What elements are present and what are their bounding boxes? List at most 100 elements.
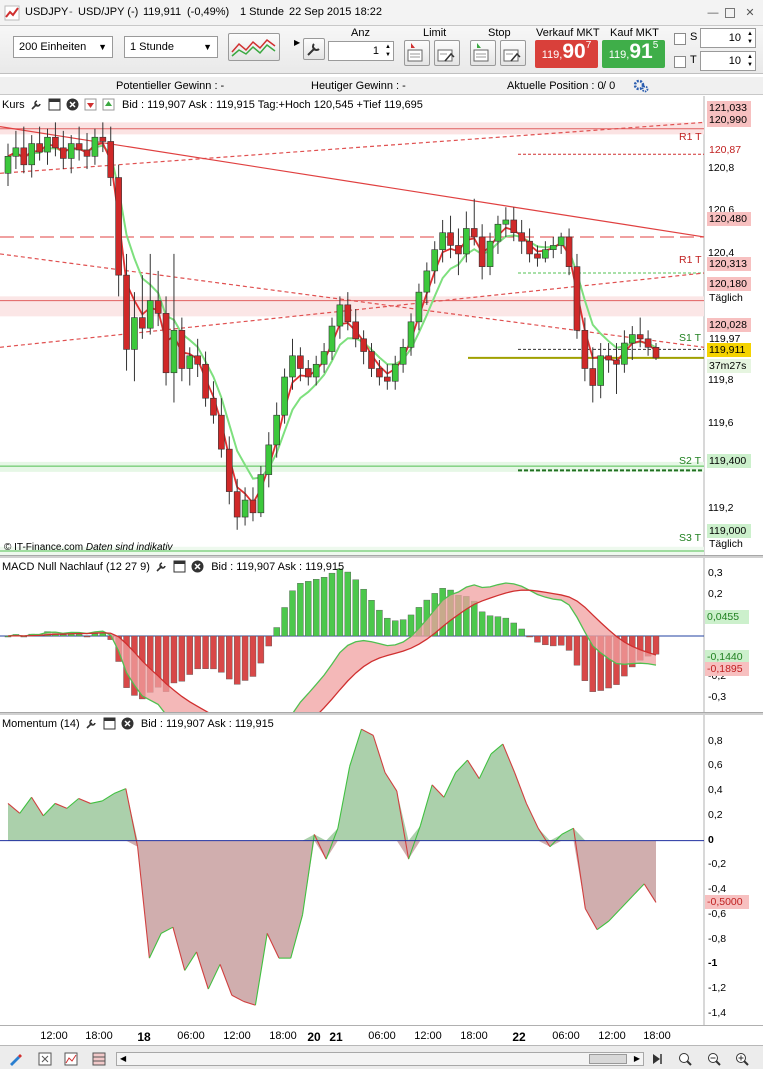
stop-label: Stop: [488, 27, 511, 39]
macd-chart[interactable]: [0, 558, 763, 712]
units-select[interactable]: 200 Einheiten ▼: [13, 36, 113, 58]
anz-label: Anz: [351, 27, 370, 39]
time-axis-tick: 18:00: [85, 1030, 113, 1042]
price-tag: 119,000: [707, 524, 751, 538]
wrench-icon[interactable]: [155, 560, 168, 573]
window-icon[interactable]: [103, 717, 116, 730]
price-chart[interactable]: [0, 96, 763, 555]
price-tag: 120,480: [707, 212, 751, 226]
macd-histogram-bar: [581, 635, 589, 681]
scroll-right-icon[interactable]: ▶: [634, 1054, 640, 1063]
limit-label: Limit: [423, 27, 447, 39]
scroll-left-icon[interactable]: ◀: [120, 1054, 126, 1063]
candle: [463, 228, 470, 255]
zoom-out-icon[interactable]: [707, 1052, 721, 1066]
toolbar-expand-icon[interactable]: ▶: [294, 38, 300, 47]
momentum-chart[interactable]: [0, 715, 763, 1025]
price-tag: R1 T: [679, 131, 702, 143]
candle: [83, 149, 91, 157]
zoom-in-icon[interactable]: [735, 1052, 749, 1066]
stop-buy-button[interactable]: [470, 40, 496, 66]
candle: [265, 444, 273, 475]
candle: [273, 414, 280, 446]
zoom-fit-all-icon[interactable]: [678, 1052, 692, 1066]
indicator-icon[interactable]: [64, 1052, 78, 1066]
drawing-tool-icon[interactable]: [8, 1052, 22, 1066]
buy-price-big: 91: [629, 40, 653, 63]
t-input[interactable]: 10 ▲ ▼: [700, 51, 756, 71]
price-tag: 120,180: [707, 277, 751, 291]
price-tag: R1 T: [679, 254, 702, 266]
candle: [312, 363, 320, 378]
price-pane-quote: Bid : 119,907 Ask : 119,915 Tag:+Hoch 12…: [122, 98, 423, 111]
t-checkbox[interactable]: [674, 56, 686, 68]
minimize-icon[interactable]: —: [707, 7, 719, 19]
wrench-icon[interactable]: [85, 717, 98, 730]
close-window-icon[interactable]: ✕: [744, 7, 756, 19]
wrench-icon: [307, 43, 320, 56]
window-icon[interactable]: [173, 560, 186, 573]
scrollbar-thumb[interactable]: [589, 1054, 627, 1064]
sell-market-button[interactable]: 119,907: [535, 40, 598, 68]
macd-histogram-bar: [399, 619, 407, 637]
spinner-arrows-icon[interactable]: ▲ ▼: [747, 53, 753, 69]
time-axis-tick: 18:00: [643, 1030, 671, 1042]
candle: [478, 236, 486, 267]
candle: [44, 136, 51, 153]
maximize-icon[interactable]: [725, 8, 735, 18]
s-label: S: [690, 31, 698, 43]
candle: [297, 355, 304, 369]
current-position: Aktuelle Position : 0: [507, 80, 604, 92]
window-timeframe: 1 Stunde: [240, 6, 285, 18]
scroll-to-end-icon[interactable]: [650, 1052, 664, 1066]
momentum-pane-quote: Bid : 119,907 Ask : 119,915: [140, 717, 274, 730]
limit-buy-button[interactable]: [404, 40, 430, 66]
buy-arrow-icon[interactable]: [102, 98, 115, 111]
macd-histogram-bar: [557, 635, 565, 646]
window-icon[interactable]: [48, 98, 61, 111]
spinner-arrows-icon[interactable]: ▲ ▼: [747, 30, 753, 46]
interval-select[interactable]: 1 Stunde ▼: [124, 36, 218, 58]
candle: [431, 249, 439, 272]
macd-histogram-bar: [494, 616, 502, 637]
sell-price-small: 119,: [541, 49, 563, 61]
close-icon[interactable]: [121, 717, 134, 730]
spinner-arrows-icon[interactable]: ▲ ▼: [385, 43, 391, 59]
macd-histogram-bar: [312, 579, 320, 637]
macd-histogram-bar: [565, 635, 573, 651]
buy-label: Kauf MKT: [610, 27, 659, 39]
candle: [257, 474, 265, 514]
buy-market-button[interactable]: 119,915: [602, 40, 665, 68]
time-axis-tick: 18:00: [460, 1030, 488, 1042]
s-checkbox[interactable]: [674, 33, 686, 45]
candle: [391, 363, 399, 382]
candle: [107, 141, 115, 178]
candle: [494, 223, 502, 242]
time-scrollbar[interactable]: ◀ ▶: [116, 1052, 644, 1066]
momentum-axis-tick: 0,6: [708, 759, 723, 772]
layout-icon[interactable]: [92, 1052, 106, 1066]
wrench-icon[interactable]: [30, 98, 43, 111]
stop-sell-button[interactable]: [500, 40, 526, 66]
chart-type-button[interactable]: [228, 33, 280, 61]
candle: [154, 300, 162, 314]
close-icon[interactable]: [191, 560, 204, 573]
zoom-fit-icon[interactable]: [38, 1052, 52, 1066]
s-input[interactable]: 10 ▲ ▼: [700, 28, 756, 48]
momentum-pane-header: Momentum (14) Bid : 119,907 Ask : 119,91…: [2, 717, 274, 733]
sell-arrow-icon[interactable]: [84, 98, 97, 111]
anz-input[interactable]: 1 ▲ ▼: [328, 41, 394, 61]
candle: [502, 219, 510, 225]
gear-icon[interactable]: [633, 79, 649, 93]
resistance-zone: [0, 296, 704, 317]
wrench-button[interactable]: [303, 38, 325, 60]
price-tag: S2 T: [679, 455, 701, 467]
macd-histogram-bar: [265, 635, 272, 647]
close-icon[interactable]: [66, 98, 79, 111]
limit-sell-button[interactable]: [434, 40, 460, 66]
candle: [565, 236, 573, 267]
candle: [115, 177, 122, 276]
candle: [91, 136, 99, 157]
price-axis-tick: 120,8: [708, 162, 735, 175]
candle: [99, 136, 107, 142]
